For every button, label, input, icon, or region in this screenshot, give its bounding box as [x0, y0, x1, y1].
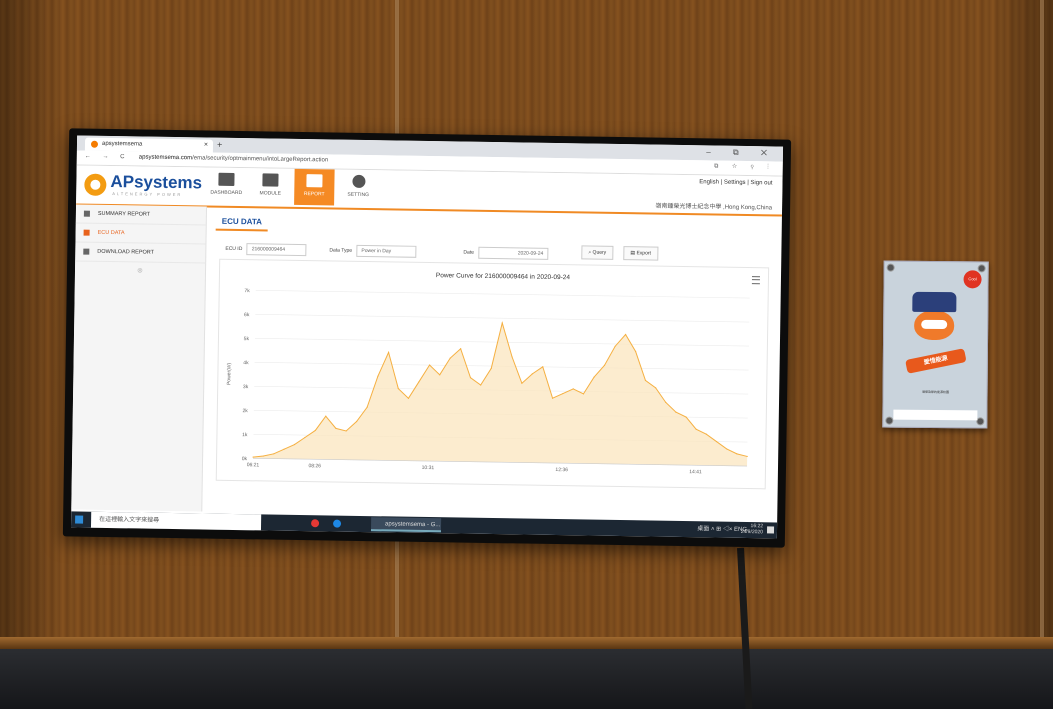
system-tray[interactable]: 桌面 ˄ ⊞ ◁× ENG — [697, 523, 747, 533]
screw-icon — [977, 264, 986, 273]
x-tick-label: 06:21 — [247, 462, 260, 468]
edge-icon[interactable] — [333, 519, 342, 528]
data-type-select[interactable]: Power in Day — [356, 244, 417, 258]
ecu-id-filter: ECU ID 216000009464 — [225, 243, 307, 257]
home-icon — [83, 210, 90, 217]
x-tick-label: 14:41 — [689, 469, 702, 475]
fox-eyes — [921, 319, 948, 330]
sidebar-item-label: SUMMARY REPORT — [97, 210, 151, 218]
taskbar-app-chrome[interactable]: apsystemsema - G... — [370, 517, 442, 533]
ecu-id-select[interactable]: 216000009464 — [246, 243, 307, 257]
wall-poster: Cool 愛惜能源 環保及節約能源校園 — [882, 260, 989, 429]
export-button[interactable]: ▤ Export — [623, 246, 659, 261]
chrome-icon[interactable] — [311, 519, 320, 528]
data-type-label: Data Type — [329, 247, 353, 254]
data-type-filter: Data Type Power in Day — [329, 244, 417, 258]
y-axis-label: Power(W) — [226, 362, 232, 385]
export-label: Export — [636, 250, 651, 257]
windows-start-icon[interactable] — [75, 515, 84, 524]
nav-label: DASHBOARD — [210, 189, 243, 197]
nav-report[interactable]: REPORT — [294, 168, 335, 206]
logo-text: APsystems — [110, 172, 203, 193]
new-tab-button[interactable]: + — [217, 140, 222, 150]
nav-label: MODULE — [259, 190, 281, 197]
gridline — [255, 314, 750, 323]
grid-icon — [262, 173, 279, 187]
wall-baseboard — [0, 637, 1053, 649]
logo-mark-icon — [84, 173, 107, 196]
nav-buttons[interactable]: ← → C — [85, 154, 130, 161]
url-field[interactable]: apsystemsema.com/ema/security/optmainmen… — [139, 154, 329, 163]
logo-subtitle: ALTENERGY POWER — [112, 191, 183, 198]
date-input[interactable]: 2020-09-24 — [478, 246, 549, 260]
bar-chart-icon — [306, 174, 323, 188]
x-tick-label: 10:31 — [422, 465, 435, 471]
screw-icon — [976, 417, 985, 426]
url-domain: apsystemsema.com — [138, 154, 193, 162]
favicon-icon — [90, 140, 99, 148]
y-tick-label: 4k — [243, 360, 249, 366]
chart-icon — [83, 229, 90, 236]
sidebar-item-label: ECU DATA — [97, 229, 125, 237]
download-icon — [83, 248, 90, 255]
power-chart-svg: Power Curve for 216000009464 in 2020-09-… — [226, 272, 750, 475]
y-tick-label: 6k — [244, 312, 250, 318]
x-tick-label: 08:26 — [308, 463, 321, 469]
x-tick-label: 12:36 — [555, 467, 568, 473]
window-controls[interactable]: ‒ ⧉ ✕ — [706, 147, 777, 158]
browser-toolbar-icons[interactable]: ⧉ ☆ ⚲ ⋮ — [714, 163, 775, 171]
main-content: ECU DATA ECU ID 216000009464 Data Type P… — [211, 206, 776, 521]
monitor-icon — [218, 172, 235, 186]
solar-panel-icon — [912, 291, 957, 313]
poster-logos — [893, 409, 978, 421]
poster-caption: 環保及節約能源校園 — [922, 389, 950, 395]
nav-label: REPORT — [303, 191, 325, 198]
y-tick-label: 3k — [243, 384, 249, 390]
notification-icon[interactable] — [766, 526, 775, 534]
nav-label: SETTING — [347, 191, 370, 199]
page-title: ECU DATA — [215, 206, 269, 232]
ecu-id-label: ECU ID — [225, 245, 243, 253]
power-chart: Power Curve for 216000009464 in 2020-09-… — [215, 258, 770, 490]
y-tick-label: 7k — [244, 288, 250, 294]
screw-icon — [885, 416, 894, 425]
header-links[interactable]: English | Settings | Sign out 嶺南鍾榮光博士紀念中… — [655, 179, 772, 211]
clock-date: 24/9/2020 — [740, 528, 764, 536]
taskbar-search-input[interactable]: 在這裡輸入文字來搜尋 — [90, 511, 262, 531]
sidebar-item-ecu-data[interactable]: ECU DATA — [75, 223, 206, 245]
tv-screen: apsystemsema × + ‒ ⧉ ✕ ← → C apsystemsem… — [70, 135, 784, 539]
close-tab-icon[interactable]: × — [204, 141, 208, 148]
header-link-text[interactable]: English | Settings | Sign out — [699, 179, 772, 186]
floor — [0, 649, 1053, 709]
poster-badge: Cool — [963, 270, 982, 289]
sidebar: SUMMARY REPORT ECU DATA DOWNLOAD REPORT … — [71, 204, 208, 525]
sidebar-item-download-report[interactable]: DOWNLOAD REPORT — [75, 242, 206, 264]
taskbar-clock[interactable]: 16:22 24/9/2020 — [741, 523, 763, 535]
nav-dashboard[interactable]: DASHBOARD — [206, 168, 247, 205]
gridline — [255, 290, 750, 299]
date-filter: Date 2020-09-24 — [463, 246, 549, 260]
chart-title: Power Curve for 216000009464 in 2020-09-… — [436, 272, 571, 281]
gear-icon — [351, 174, 366, 189]
url-path: /ema/security/optmainmenu/intoLargeRepor… — [192, 155, 329, 164]
screw-icon — [886, 263, 895, 272]
television: apsystemsema × + ‒ ⧉ ✕ ← → C apsystemsem… — [62, 128, 792, 548]
y-tick-label: 5k — [244, 336, 250, 342]
nav-setting[interactable]: SETTING — [338, 170, 379, 207]
query-button[interactable]: ⌕ Query — [581, 245, 614, 260]
nav-module[interactable]: MODULE — [250, 168, 291, 205]
sidebar-item-label: DOWNLOAD REPORT — [97, 248, 155, 256]
query-label: Query — [592, 249, 607, 256]
header-user-info: 嶺南鍾榮光博士紀念中學 ,Hong Kong,China — [655, 203, 773, 212]
y-tick-label: 2k — [243, 408, 249, 414]
apsystems-logo: APsystems ALTENERGY POWER — [84, 172, 202, 200]
date-label: Date — [463, 249, 474, 256]
sidebar-item-summary-report[interactable]: SUMMARY REPORT — [75, 204, 207, 226]
wall-seam — [1040, 0, 1044, 640]
sidebar-collapse-button[interactable]: ⊗ — [75, 265, 205, 275]
tab-title: apsystemsema — [101, 140, 143, 148]
y-tick-label: 1k — [242, 432, 248, 438]
area-fill — [253, 322, 748, 467]
